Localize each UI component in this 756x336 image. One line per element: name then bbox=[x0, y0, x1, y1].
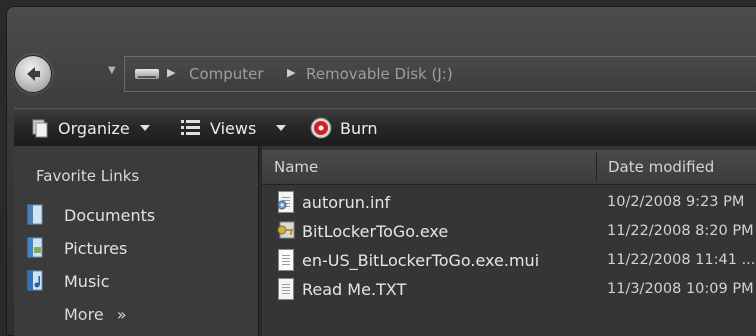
organize-button[interactable]: Organize bbox=[30, 109, 150, 147]
file-date-modified: 10/2/2008 9:23 PM bbox=[607, 194, 745, 210]
nav-item-label: Music bbox=[64, 271, 110, 291]
nav-item-label: Documents bbox=[64, 205, 156, 225]
breadcrumb-computer[interactable]: Computer bbox=[189, 65, 264, 83]
double-chevron-icon: » bbox=[116, 305, 127, 324]
column-divider[interactable] bbox=[596, 153, 597, 181]
file-date-modified: 11/22/2008 8:20 PM bbox=[607, 223, 754, 239]
column-header-name[interactable]: Name bbox=[274, 150, 318, 184]
generic-file-icon bbox=[276, 249, 294, 271]
chevron-down-icon bbox=[139, 125, 150, 131]
pictures-icon bbox=[26, 237, 46, 259]
music-icon bbox=[26, 270, 46, 292]
file-row[interactable]: autorun.inf 10/2/2008 9:23 PM bbox=[262, 188, 756, 216]
nav-item-music[interactable]: Music bbox=[26, 268, 110, 294]
file-name: autorun.inf bbox=[302, 193, 391, 212]
nav-item-documents[interactable]: Documents bbox=[26, 202, 155, 228]
drive-icon bbox=[135, 69, 159, 79]
file-name: Read Me.TXT bbox=[302, 280, 407, 299]
breadcrumb-separator-icon[interactable]: ▶ bbox=[287, 66, 295, 79]
file-row[interactable]: BitLockerToGo.exe 11/22/2008 8:20 PM bbox=[262, 217, 756, 245]
file-list-pane: Name Date modified autorun.inf 10/2/2008… bbox=[262, 146, 756, 336]
file-name: BitLockerToGo.exe bbox=[302, 222, 449, 241]
views-label: Views bbox=[210, 118, 257, 138]
views-button[interactable]: Views bbox=[180, 109, 287, 147]
history-dropdown-icon[interactable]: ▼ bbox=[108, 65, 118, 79]
favorite-links-heading: Favorite Links bbox=[36, 167, 140, 185]
burn-disc-icon bbox=[310, 117, 332, 139]
chevron-down-icon bbox=[276, 125, 287, 131]
burn-button[interactable]: Burn bbox=[310, 109, 378, 147]
column-header-date-modified[interactable]: Date modified bbox=[608, 150, 714, 184]
column-header-bar: Name Date modified bbox=[262, 150, 756, 185]
command-toolbar: Organize Views Burn bbox=[14, 108, 756, 147]
breadcrumb-removable-disk[interactable]: Removable Disk (J:) bbox=[306, 65, 453, 83]
burn-label: Burn bbox=[340, 118, 378, 138]
file-date-modified: 11/3/2008 10:09 PM bbox=[607, 281, 754, 297]
forward-button[interactable] bbox=[44, 57, 108, 91]
file-date-modified: 11/22/2008 11:41 ... bbox=[607, 252, 756, 268]
nav-item-label: Pictures bbox=[64, 238, 128, 258]
nav-item-pictures[interactable]: Pictures bbox=[26, 235, 127, 261]
organize-icon bbox=[32, 119, 48, 138]
more-label: More bbox=[64, 305, 104, 324]
breadcrumb-separator-icon[interactable]: ▶ bbox=[167, 66, 175, 79]
text-file-icon bbox=[276, 278, 294, 300]
file-row[interactable]: en-US_BitLockerToGo.exe.mui 11/22/2008 1… bbox=[262, 246, 756, 274]
navigation-pane: Favorite Links Documents Pictures Music … bbox=[14, 146, 258, 336]
documents-icon bbox=[26, 204, 46, 226]
address-bar[interactable]: ▶ Computer ▶ Removable Disk (J:) bbox=[124, 56, 756, 92]
navigation-buttons bbox=[14, 53, 109, 93]
file-row[interactable]: Read Me.TXT 11/3/2008 10:09 PM bbox=[262, 275, 756, 303]
back-button[interactable] bbox=[14, 55, 52, 93]
organize-label: Organize bbox=[58, 118, 130, 138]
bitlocker-key-icon bbox=[276, 220, 295, 242]
views-icon bbox=[181, 120, 200, 135]
back-arrow-icon bbox=[27, 67, 40, 81]
settings-file-icon bbox=[276, 191, 294, 213]
more-links-button[interactable]: More » bbox=[64, 305, 127, 324]
file-name: en-US_BitLockerToGo.exe.mui bbox=[302, 251, 540, 270]
